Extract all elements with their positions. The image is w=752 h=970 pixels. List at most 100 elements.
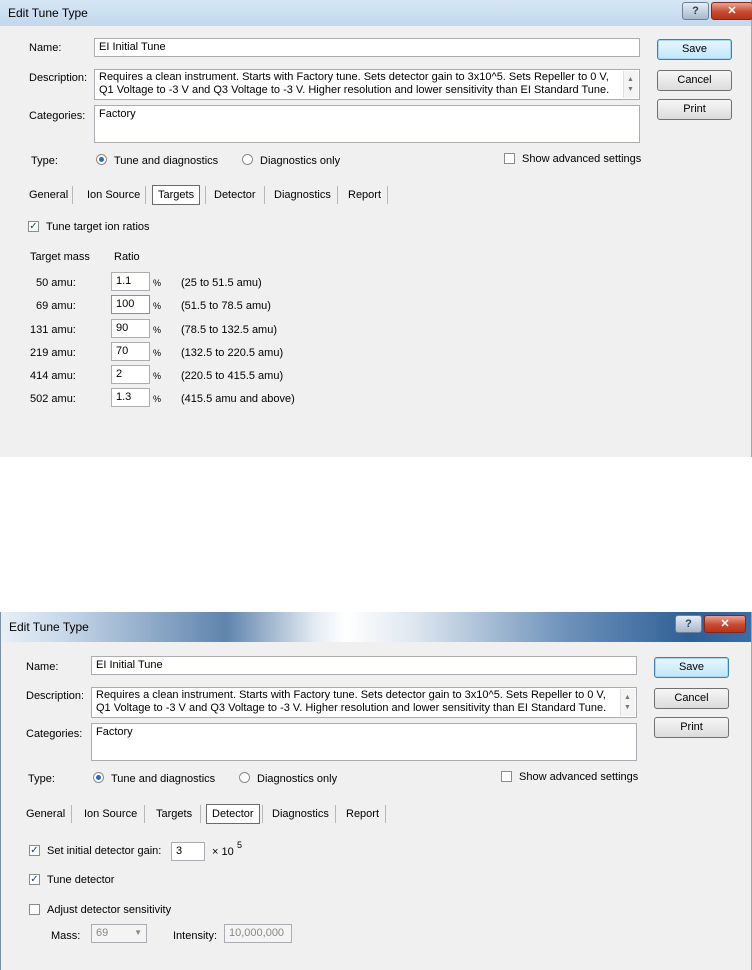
percent-symbol: %	[153, 278, 162, 288]
show-advanced-label[interactable]: Show advanced settings	[519, 771, 638, 783]
ratio-input[interactable]: 70	[111, 342, 150, 361]
tune-detector-checkbox[interactable]: ✓	[29, 874, 40, 885]
tab-separator	[144, 805, 145, 823]
mass-label: 502 amu:	[30, 393, 76, 405]
mass-range: (415.5 amu and above)	[181, 393, 295, 405]
tab-targets[interactable]: Targets	[152, 185, 201, 205]
show-advanced-label[interactable]: Show advanced settings	[522, 153, 641, 165]
mass-label: 414 amu:	[30, 370, 76, 382]
tab-ion-source[interactable]: Ion Source	[84, 805, 137, 823]
tab-general[interactable]: General	[29, 186, 68, 204]
gain-multiplier: × 10	[212, 846, 234, 858]
description-label: Description:	[29, 72, 88, 84]
radio-tune-label[interactable]: Tune and diagnostics	[114, 155, 218, 167]
ratio-input[interactable]: 90	[111, 319, 150, 338]
close-button[interactable]: ✕	[711, 2, 752, 20]
mass-dropdown[interactable]: 69 ▼	[91, 924, 147, 943]
description-scrollbar[interactable]: ▲ ▼	[623, 71, 638, 98]
dialog-title: Edit Tune Type	[8, 6, 88, 20]
tab-diagnostics[interactable]: Diagnostics	[274, 186, 331, 204]
tab-detector[interactable]: Detector	[214, 186, 256, 204]
help-button[interactable]: ?	[682, 2, 709, 20]
mass-range: (220.5 to 415.5 amu)	[181, 370, 284, 382]
name-input[interactable]: EI Initial Tune	[91, 656, 637, 675]
print-button[interactable]: Print	[654, 717, 729, 738]
ratio-input[interactable]: 100	[111, 295, 150, 314]
tab-ion-source[interactable]: Ion Source	[87, 186, 140, 204]
show-advanced-checkbox[interactable]	[501, 771, 512, 782]
mass-label: 69 amu:	[36, 300, 76, 312]
chevron-down-icon: ▼	[134, 928, 142, 937]
description-text: Requires a clean instrument. Starts with…	[96, 689, 607, 714]
description-text: Requires a clean instrument. Starts with…	[99, 71, 610, 96]
tab-detector[interactable]: Detector	[206, 804, 260, 824]
show-advanced-checkbox[interactable]	[504, 153, 515, 164]
mass-range: (132.5 to 220.5 amu)	[181, 347, 284, 359]
tab-general[interactable]: General	[26, 805, 65, 823]
type-label: Type:	[28, 773, 55, 785]
save-button[interactable]: Save	[657, 39, 732, 60]
radio-diagnostics-only[interactable]	[242, 154, 253, 165]
edit-tune-type-dialog-detector: Edit Tune Type ? ✕ Name: EI Initial Tune…	[0, 612, 752, 970]
percent-symbol: %	[153, 371, 162, 381]
mass-range: (25 to 51.5 amu)	[181, 277, 262, 289]
ratio-input[interactable]: 2	[111, 365, 150, 384]
gain-input[interactable]: 3	[171, 842, 205, 861]
tab-separator	[264, 186, 265, 204]
tab-diagnostics[interactable]: Diagnostics	[272, 805, 329, 823]
tab-targets[interactable]: Targets	[156, 805, 192, 823]
percent-symbol: %	[153, 348, 162, 358]
intensity-input[interactable]: 10,000,000	[224, 924, 292, 943]
tune-detector-label[interactable]: Tune detector	[47, 874, 114, 886]
gain-exponent: 5	[237, 840, 243, 850]
set-gain-label[interactable]: Set initial detector gain:	[47, 845, 161, 857]
close-button[interactable]: ✕	[704, 615, 746, 633]
type-label: Type:	[31, 155, 58, 167]
cancel-button[interactable]: Cancel	[657, 70, 732, 91]
categories-input[interactable]: Factory	[91, 723, 637, 761]
description-label: Description:	[26, 690, 85, 702]
radio-diagnostics-only[interactable]	[239, 772, 250, 783]
tune-ratios-checkbox[interactable]: ✓	[28, 221, 39, 232]
print-button[interactable]: Print	[657, 99, 732, 120]
description-textarea[interactable]: Requires a clean instrument. Starts with…	[94, 69, 640, 100]
save-button[interactable]: Save	[654, 657, 729, 678]
percent-symbol: %	[153, 301, 162, 311]
mass-range: (78.5 to 132.5 amu)	[181, 324, 278, 336]
intensity-label: Intensity:	[173, 930, 218, 942]
radio-tune-and-diagnostics[interactable]	[96, 154, 107, 165]
radio-tune-label[interactable]: Tune and diagnostics	[111, 773, 215, 785]
ratio-input[interactable]: 1.3	[111, 388, 150, 407]
tab-separator	[71, 805, 72, 823]
description-textarea[interactable]: Requires a clean instrument. Starts with…	[91, 687, 637, 718]
tab-separator	[385, 805, 386, 823]
radio-diagnostics-label[interactable]: Diagnostics only	[257, 773, 337, 785]
categories-label: Categories:	[29, 110, 86, 122]
scroll-down-icon[interactable]: ▼	[624, 701, 631, 714]
mass-label: 131 amu:	[30, 324, 76, 336]
name-input[interactable]: EI Initial Tune	[94, 38, 640, 57]
dialog-title: Edit Tune Type	[9, 620, 89, 634]
radio-diagnostics-label[interactable]: Diagnostics only	[260, 155, 340, 167]
tab-report[interactable]: Report	[346, 805, 379, 823]
cancel-button[interactable]: Cancel	[654, 688, 729, 709]
tab-separator	[205, 186, 206, 204]
categories-input[interactable]: Factory	[94, 105, 640, 143]
radio-tune-and-diagnostics[interactable]	[93, 772, 104, 783]
scroll-down-icon[interactable]: ▼	[627, 83, 634, 96]
help-button[interactable]: ?	[675, 615, 702, 633]
tab-separator	[335, 805, 336, 823]
title-bar[interactable]: Edit Tune Type ? ✕	[1, 612, 751, 642]
tab-separator	[145, 186, 146, 204]
tab-report[interactable]: Report	[348, 186, 381, 204]
title-bar[interactable]: Edit Tune Type ? ✕	[0, 0, 752, 26]
description-scrollbar[interactable]: ▲ ▼	[620, 689, 635, 716]
name-label: Name:	[29, 42, 62, 54]
mass-range: (51.5 to 78.5 amu)	[181, 300, 271, 312]
adjust-sensitivity-label[interactable]: Adjust detector sensitivity	[47, 904, 171, 916]
ratio-input[interactable]: 1.1	[111, 272, 150, 291]
tune-ratios-label[interactable]: Tune target ion ratios	[46, 221, 150, 233]
set-gain-checkbox[interactable]: ✓	[29, 845, 40, 856]
col-target-mass: Target mass	[30, 251, 90, 263]
adjust-sensitivity-checkbox[interactable]	[29, 904, 40, 915]
